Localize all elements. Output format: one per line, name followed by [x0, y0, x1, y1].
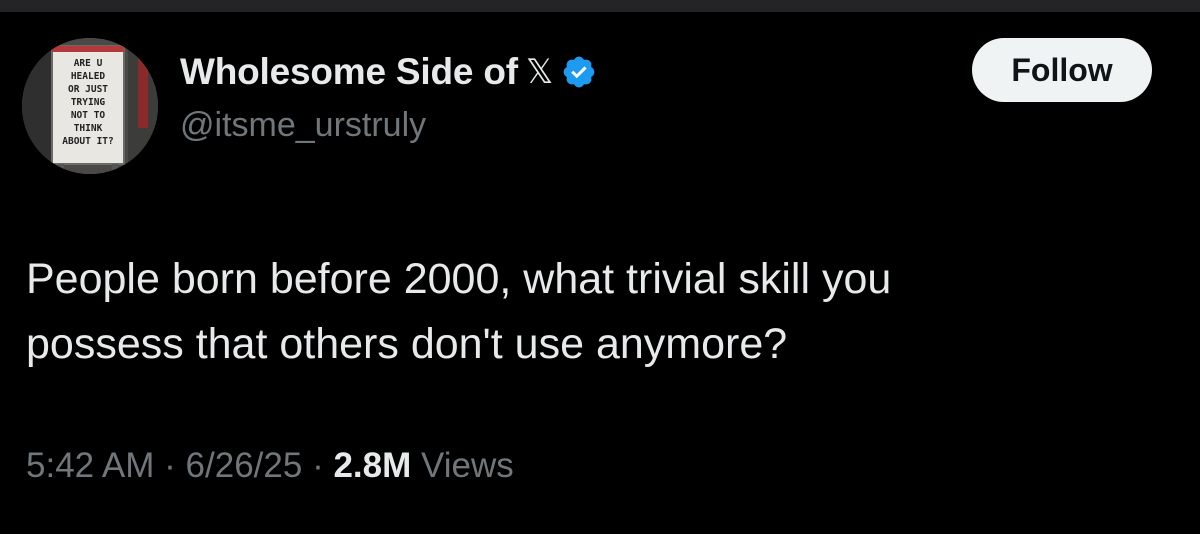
x-logo-icon: 𝕏 — [525, 52, 554, 92]
author-handle[interactable]: @itsme_urstruly — [180, 106, 426, 145]
follow-button[interactable]: Follow — [972, 38, 1152, 102]
author-display-name[interactable]: Wholesome Side of — [180, 51, 518, 93]
avatar-image: ARE U HEALED OR JUST TRYING NOT TO THINK… — [22, 38, 158, 174]
tweet-text-line: possess that others don't use anymore? — [26, 320, 788, 368]
avatar-sign-line: NOT TO — [71, 110, 106, 121]
tweet-meta: 5:42 AM · 6/26/25 · 2.8M Views — [26, 446, 514, 486]
avatar[interactable]: ARE U HEALED OR JUST TRYING NOT TO THINK… — [22, 38, 158, 174]
views-count[interactable]: 2.8M — [333, 446, 411, 485]
avatar-sign-line: TRYING — [71, 97, 106, 108]
author-name-row[interactable]: Wholesome Side of 𝕏 — [180, 46, 597, 98]
tweet-time[interactable]: 5:42 AM — [26, 446, 154, 485]
meta-separator: · — [312, 446, 324, 485]
avatar-sign-line: OR JUST — [68, 84, 108, 95]
meta-separator: · — [164, 446, 176, 485]
avatar-sign-line: HEALED — [71, 71, 106, 82]
tweet-date[interactable]: 6/26/25 — [186, 446, 303, 485]
tweet-text-line: People born before 2000, what trivial sk… — [26, 255, 892, 303]
verified-badge-icon[interactable] — [561, 54, 597, 90]
avatar-sign-line: THINK — [74, 123, 103, 134]
views-label[interactable]: Views — [421, 446, 514, 485]
tweet-body: People born before 2000, what trivial sk… — [26, 247, 1176, 377]
top-divider-strip — [0, 0, 1200, 12]
avatar-sign-line: ARE U — [74, 58, 103, 69]
avatar-sign-line: ABOUT IT? — [62, 136, 113, 147]
